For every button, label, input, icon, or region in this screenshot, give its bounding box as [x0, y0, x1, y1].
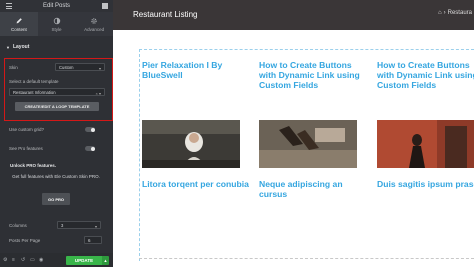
chevron-down-icon: ▾	[94, 223, 97, 229]
panel-header: Edit Posts	[0, 0, 113, 12]
panel-tabs: Content Style Advanced	[0, 12, 113, 36]
go-pro-button[interactable]: GO PRO	[42, 193, 70, 205]
hamburger-menu-icon[interactable]	[6, 3, 12, 9]
layers-icon[interactable]: ≡	[12, 257, 17, 263]
caret-down-icon: ▼	[6, 44, 10, 50]
pro-description: Get full features with Ele Custom Skin P…	[12, 174, 100, 179]
settings-icon[interactable]: ⚙	[3, 257, 8, 263]
tab-content-label: Content	[10, 26, 27, 32]
page-preview: Restaurant Listing ⌂ › Restaura Pier Rel…	[113, 0, 474, 267]
columns-value: 3	[61, 222, 64, 228]
tab-advanced[interactable]: Advanced	[75, 12, 113, 36]
tab-advanced-label: Advanced	[84, 26, 105, 32]
tab-style[interactable]: Style	[38, 12, 76, 36]
columns-label: Columns	[9, 223, 27, 228]
preview-eye-icon[interactable]: ◉	[39, 257, 44, 263]
editor-panel: Edit Posts Content Style Advanced ▼ Layo…	[0, 0, 129, 267]
breadcrumb: ⌂ › Restaura	[438, 10, 472, 16]
post-excerpt[interactable]: Neque adipiscing an cursus	[259, 179, 369, 199]
breadcrumb-current: Restaura	[447, 10, 472, 16]
update-options-caret-icon[interactable]: ▲	[102, 256, 109, 265]
post-title[interactable]: How to Create Buttons with Dynamic Link …	[377, 60, 474, 90]
post-title[interactable]: Pier Relaxation I By BlueSwell	[142, 60, 252, 80]
site-header: Restaurant Listing ⌂ › Restaura	[113, 0, 474, 30]
tab-content[interactable]: Content	[0, 12, 38, 36]
custom-grid-toggle[interactable]	[85, 127, 95, 132]
update-button[interactable]: UPDATE	[66, 256, 102, 265]
breadcrumb-separator: ›	[443, 10, 446, 16]
responsive-icon[interactable]: ▭	[30, 257, 35, 263]
section-layout-title: Layout	[12, 44, 30, 50]
section-divider	[139, 258, 474, 259]
posts-per-page-label: Posts Per Page	[9, 238, 41, 243]
widgets-grid-icon[interactable]	[102, 3, 108, 9]
posts-per-page-input[interactable]: 6	[84, 236, 102, 244]
home-icon[interactable]: ⌂	[438, 10, 442, 16]
custom-grid-label: Use custom grid?	[9, 127, 45, 132]
post-thumbnail-red-door[interactable]	[377, 120, 474, 168]
half-circle-icon	[53, 17, 60, 24]
pro-features-toggle[interactable]	[85, 146, 95, 151]
post-title[interactable]: How to Create Buttons with Dynamic Link …	[259, 60, 369, 90]
pro-features-label: See Pro features	[9, 146, 43, 151]
gear-icon	[91, 17, 97, 24]
post-excerpt[interactable]: Litora torqent per conubia	[142, 179, 252, 189]
history-icon[interactable]: ↺	[21, 257, 26, 263]
highlight-box	[4, 58, 113, 121]
post-thumbnail-boots[interactable]	[259, 120, 357, 168]
section-layout-header[interactable]: ▼ Layout	[0, 42, 113, 52]
pencil-icon	[16, 17, 22, 23]
page-title: Restaurant Listing	[133, 10, 198, 19]
columns-select[interactable]: 3 ▾	[57, 221, 101, 229]
tab-style-label: Style	[51, 26, 62, 32]
pro-title: Unlock PRO features.	[10, 163, 57, 168]
post-excerpt[interactable]: Duis sagitis ipsum prasent	[377, 179, 474, 189]
post-thumbnail-winter-woman[interactable]	[142, 120, 240, 168]
panel-title: Edit Posts	[42, 3, 70, 9]
